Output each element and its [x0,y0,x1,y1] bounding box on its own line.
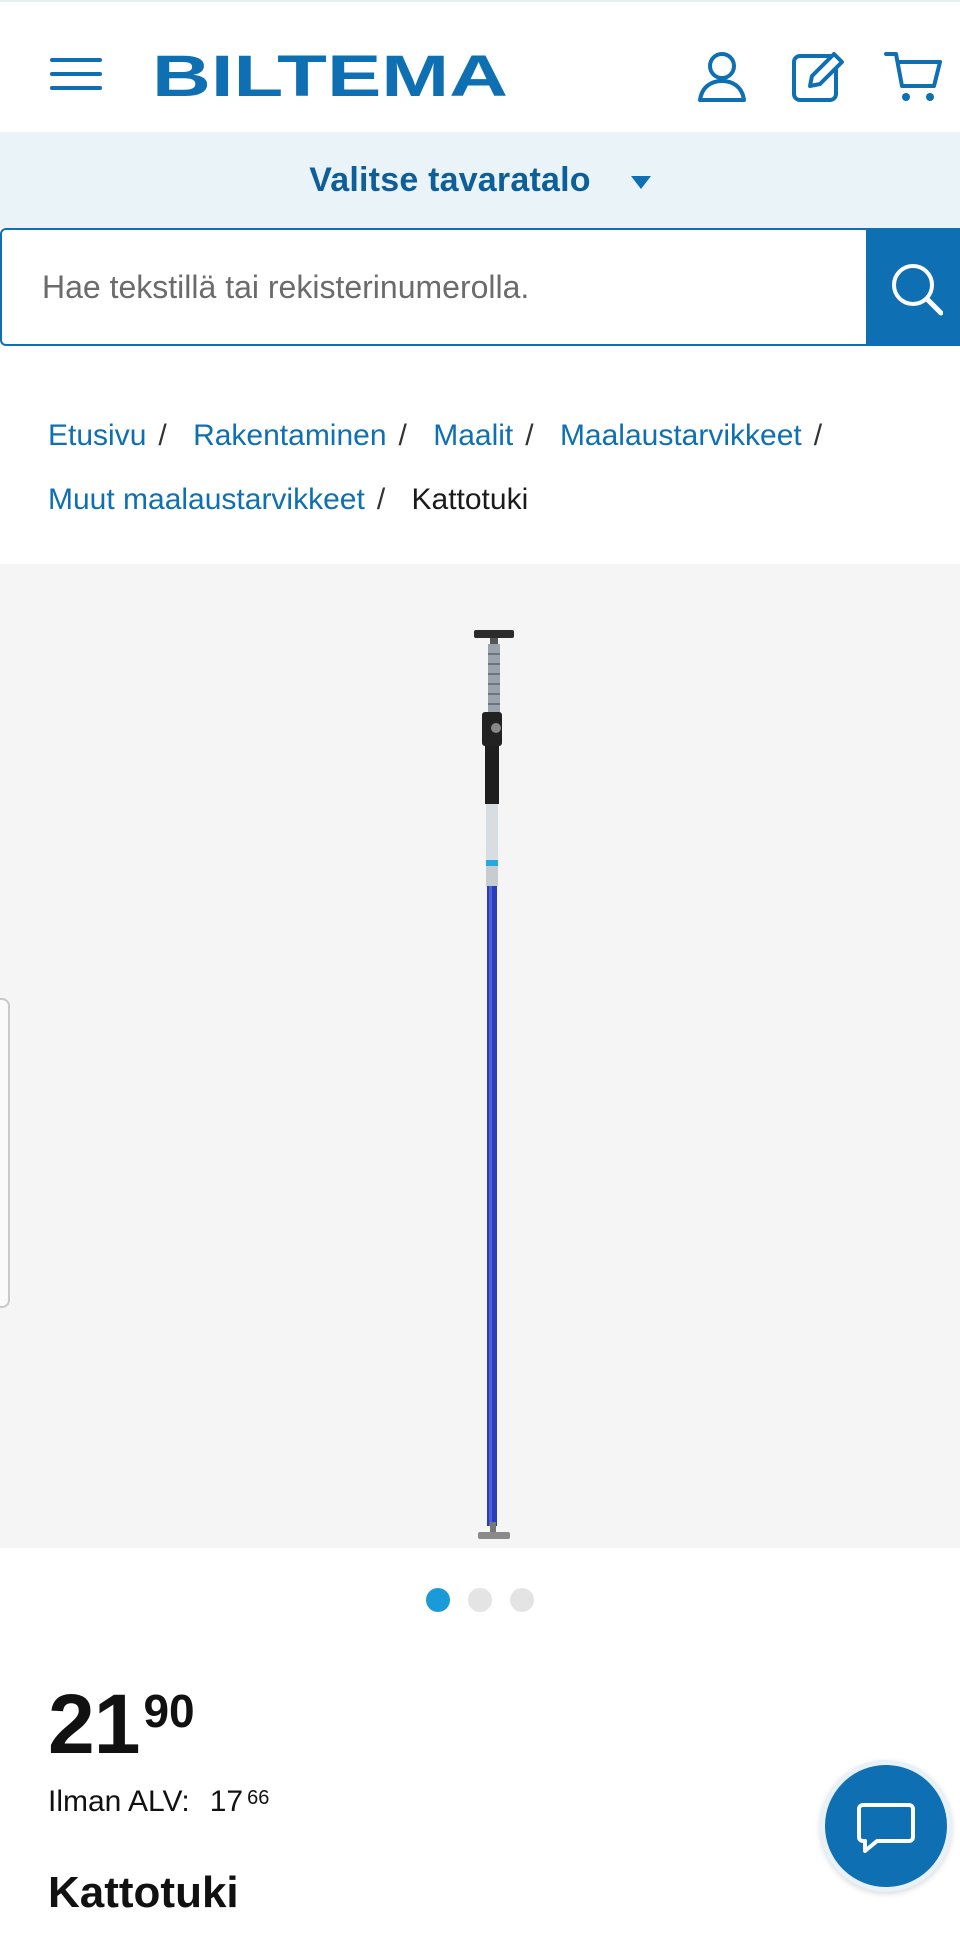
product-title: Kattotuki [48,1868,239,1917]
breadcrumb-current: Kattotuki [411,483,529,516]
breadcrumb-link-rakentaminen[interactable]: Rakentaminen [193,419,386,452]
gallery-dot-2[interactable] [468,1588,492,1612]
vat-price-main: 17 [209,1785,244,1818]
price-without-vat: Ilman ALV: 17 66 [48,1785,269,1819]
breadcrumb-link-muut-maalaustarvikkeet[interactable]: Muut maalaustarvikkeet [48,483,365,516]
store-selector[interactable]: Valitse tavaratalo [0,132,960,228]
price-decimals: 90 [143,1685,195,1737]
search-icon [892,264,943,316]
edit-icon[interactable] [788,46,848,106]
cart-icon[interactable] [884,46,944,106]
product-image[interactable] [430,624,550,1554]
gallery-pagination [0,1588,960,1614]
breadcrumb: Etusivu / Rakentaminen / Maalit / Maalausta… [48,404,928,532]
price-main: 21 [48,1677,140,1771]
search-button[interactable] [866,228,960,346]
chat-button[interactable] [820,1760,952,1892]
breadcrumb-separator: / [813,419,823,452]
site-header: BILTEMA [0,0,960,132]
breadcrumb-separator: / [158,419,167,452]
breadcrumb-link-etusivu[interactable]: Etusivu [48,419,146,452]
breadcrumb-link-maalit[interactable]: Maalit [433,419,513,452]
product-price: 21 90 [48,1682,195,1772]
caret-down-icon [630,175,651,189]
vat-price-decimals: 66 [247,1787,270,1809]
breadcrumb-separator: / [398,419,407,452]
hamburger-menu-icon[interactable] [46,50,106,98]
gallery-dot-1[interactable] [426,1588,450,1612]
user-icon[interactable] [692,46,752,106]
gallery-dot-3[interactable] [510,1588,534,1612]
breadcrumb-link-maalaustarvikkeet[interactable]: Maalaustarvikkeet [560,419,802,452]
brand-text: BILTEMA [152,48,508,104]
vat-label: Ilman ALV: [48,1785,190,1818]
product-gallery[interactable] [0,564,960,1548]
gallery-scroll-handle[interactable] [0,998,10,1308]
search-bar [0,228,960,346]
breadcrumb-separator: / [525,419,534,452]
search-input[interactable] [0,228,866,346]
biltema-logo[interactable]: BILTEMA [152,48,512,104]
store-selector-label: Valitse tavaratalo [309,160,591,199]
chat-icon [857,1803,915,1853]
breadcrumb-separator: / [376,483,386,516]
